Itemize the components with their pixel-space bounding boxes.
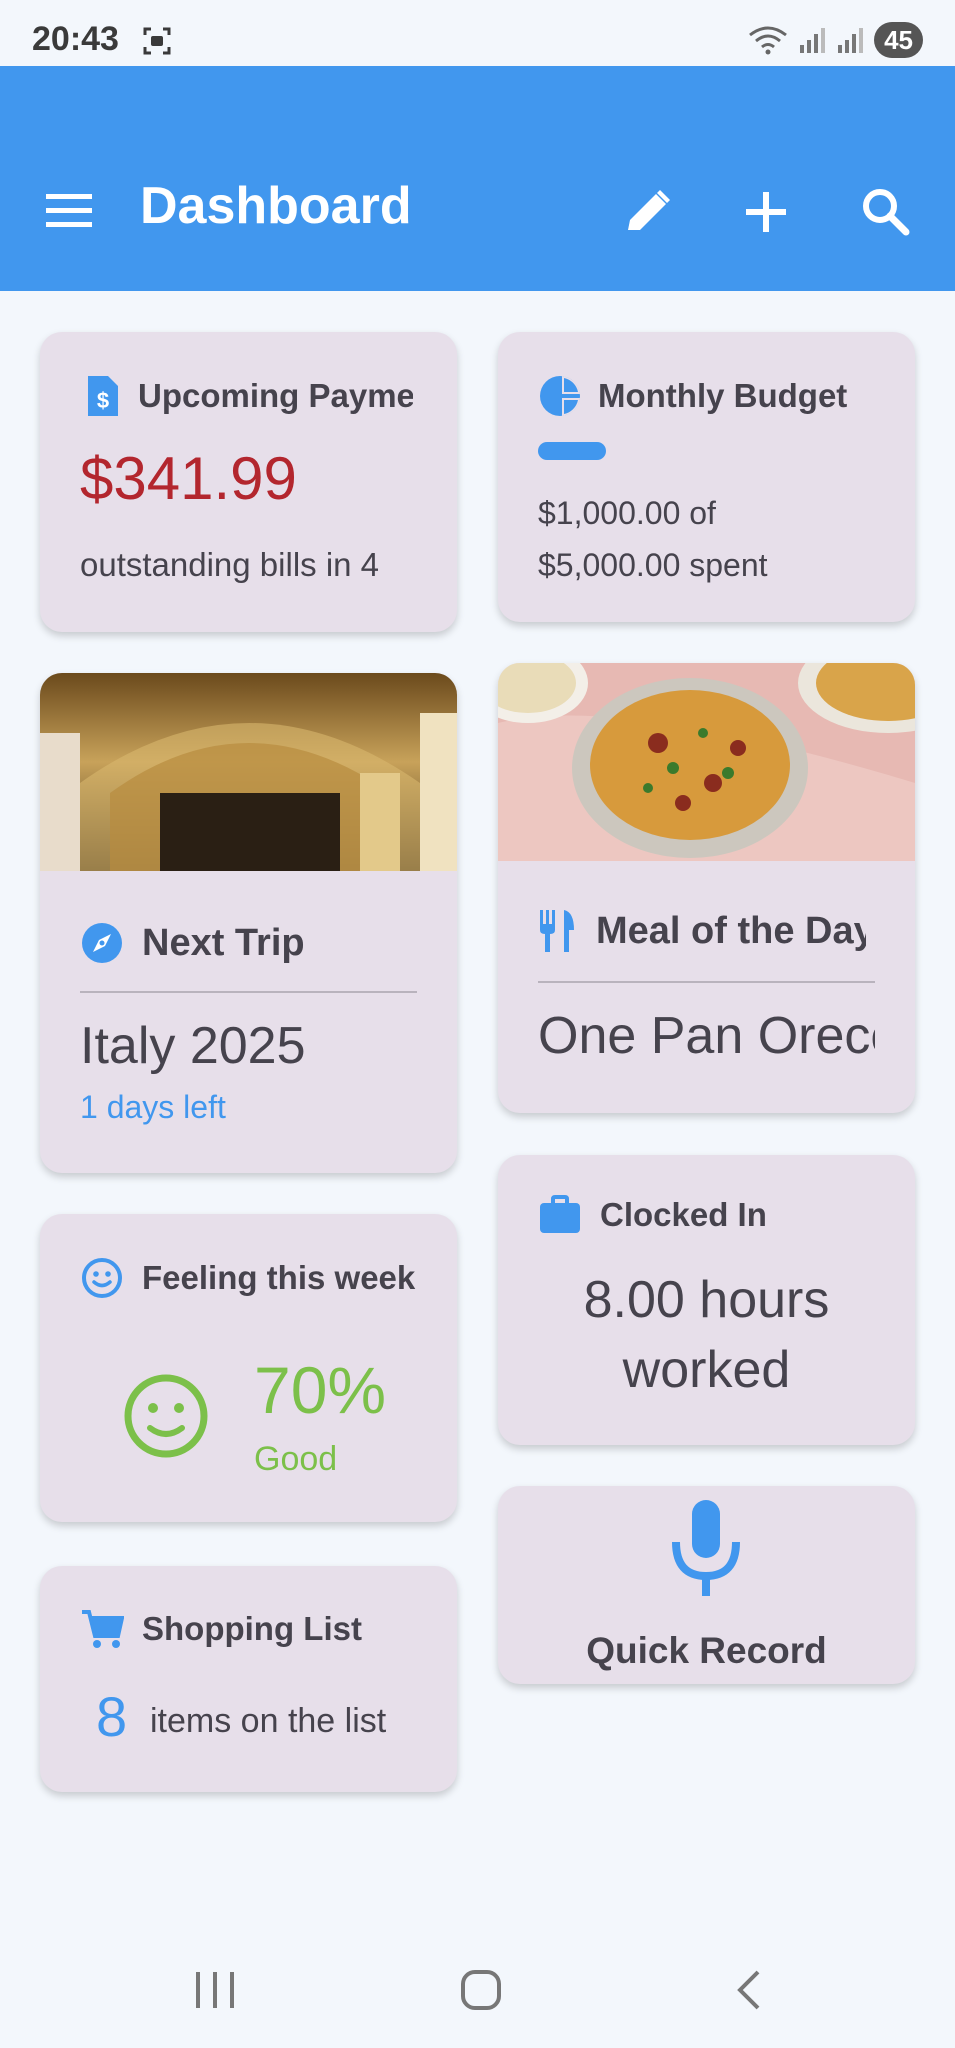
payments-title: Upcoming Payments (138, 377, 413, 414)
add-icon[interactable] (738, 184, 794, 240)
feeling-card[interactable]: Feeling this week 70% Good (40, 1214, 457, 1522)
signal-icon (800, 28, 826, 53)
briefcase-icon (540, 1195, 580, 1233)
status-time: 20:43 (32, 20, 119, 58)
quick-record-card[interactable]: Quick Record (498, 1486, 915, 1684)
home-icon[interactable] (459, 1968, 503, 2012)
meal-divider (538, 981, 875, 983)
cart-icon (82, 1610, 124, 1648)
status-icons: 45 (748, 20, 923, 60)
invoice-icon: $ (88, 376, 118, 416)
back-icon[interactable] (730, 1968, 770, 2012)
menu-icon[interactable] (44, 190, 94, 230)
meal-photo (498, 663, 915, 861)
meal-card[interactable]: Meal of the Day One Pan Orecchiette (498, 663, 915, 1113)
quick-record-label: Quick Record (586, 1630, 827, 1671)
compass-icon (82, 923, 122, 963)
mood-face-icon (124, 1374, 208, 1458)
clocked-hours-line1: 8.00 hours (583, 1271, 830, 1329)
budget-spent-line1: $1,000.00 of (538, 495, 716, 531)
system-nav-bar (0, 1928, 955, 2048)
feeling-label: Good (254, 1440, 338, 1478)
trip-divider (80, 991, 417, 993)
smiley-icon (82, 1258, 122, 1298)
clocked-card[interactable]: Clocked In 8.00 hours worked (498, 1155, 915, 1445)
shopping-title: Shopping List (142, 1610, 362, 1647)
trip-card[interactable]: Next Trip Italy 2025 1 days left (40, 673, 457, 1173)
budget-title: Monthly Budget (598, 377, 848, 414)
trip-days-left: 1 days left (80, 1089, 226, 1125)
trip-destination: Italy 2025 (80, 1017, 306, 1075)
meal-title: Meal of the Day (596, 909, 866, 952)
battery-indicator: 45 (874, 22, 923, 58)
clocked-hours-line2: worked (622, 1341, 791, 1399)
payments-card[interactable]: $ Upcoming Payments $341.99 outstanding … (40, 332, 457, 632)
search-icon[interactable] (858, 184, 914, 240)
feeling-title: Feeling this week (142, 1259, 416, 1296)
svg-text:$: $ (97, 388, 109, 413)
utensils-icon (540, 910, 574, 952)
wifi-icon (749, 26, 787, 55)
recent-apps-icon[interactable] (192, 1970, 238, 2010)
budget-spent-line2: $5,000.00 spent (538, 547, 768, 583)
trip-title: Next Trip (142, 921, 305, 964)
budget-progress-fill (538, 442, 606, 460)
edit-icon[interactable] (620, 184, 676, 240)
payment-amount: $341.99 (80, 445, 297, 512)
shopping-count: 8 (96, 1685, 128, 1748)
microphone-icon (672, 1500, 740, 1596)
trip-photo (40, 673, 457, 871)
budget-card[interactable]: Monthly Budget $1,000.00 of $5,000.00 sp… (498, 332, 915, 622)
status-bar: 20:43 45 (0, 0, 955, 66)
pie-chart-icon (540, 376, 580, 416)
clocked-title: Clocked In (600, 1196, 767, 1233)
shopping-card[interactable]: Shopping List 8 items on the list (40, 1566, 457, 1792)
screenshot-icon (143, 27, 171, 55)
feeling-percent: 70% (254, 1353, 387, 1427)
budget-progress-track (538, 442, 876, 460)
shopping-label: items on the list (150, 1702, 387, 1740)
payments-subtitle: outstanding bills in 4 (80, 546, 380, 583)
signal-icon-2 (838, 28, 864, 53)
page-title: Dashboard (140, 177, 412, 235)
meal-dish: One Pan Orecchiette (538, 1007, 875, 1065)
app-bar: Dashboard (0, 66, 955, 291)
